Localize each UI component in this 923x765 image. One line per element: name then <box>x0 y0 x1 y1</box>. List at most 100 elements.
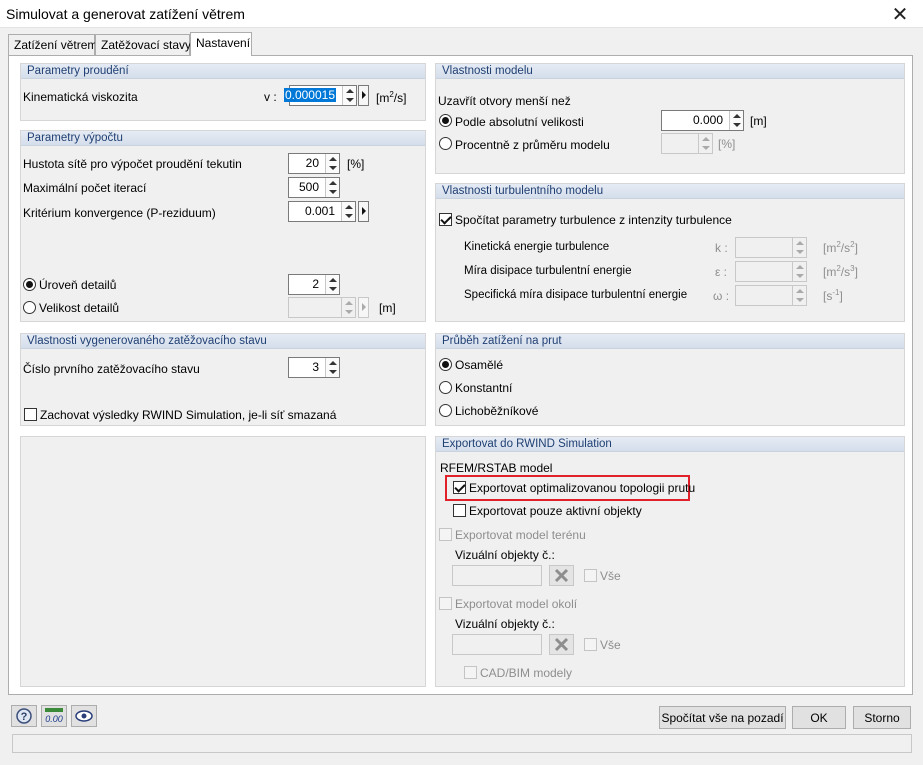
member-load-title: Průběh zatížení na prut <box>436 334 904 349</box>
spinner-arrows-icon[interactable] <box>341 202 355 221</box>
turbulence-panel: Vlastnosti turbulentního modelu Spočítat… <box>435 183 905 322</box>
keep-results-checkbox[interactable] <box>24 408 37 421</box>
viscosity-symbol: v : <box>264 90 277 104</box>
detail-size-label: Velikost detailů <box>39 301 120 315</box>
detail-level-input[interactable]: 2 <box>288 274 340 295</box>
trapezoidal-radio[interactable] <box>439 404 452 417</box>
absolute-size-label: Podle absolutní velikosti <box>455 115 584 129</box>
empty-panel <box>20 436 426 687</box>
calculate-background-button[interactable]: Spočítat vše na pozadí <box>659 706 786 729</box>
percent-label: Procentně z průměru modelu <box>455 138 610 152</box>
optimized-topology-checkbox[interactable] <box>453 481 466 494</box>
convergence-label: Kritérium konvergence (P-reziduum) <box>23 206 216 220</box>
percent-input <box>661 133 713 154</box>
spinner-arrows-icon <box>792 286 806 305</box>
tab-wind-load[interactable]: Zatížení větrem <box>8 34 97 56</box>
spinner-arrows-icon <box>698 134 712 153</box>
cad-bim-checkbox <box>464 666 477 679</box>
convergence-input[interactable]: 0.001 <box>288 201 356 222</box>
surroundings-label: Exportovat model okolí <box>455 597 578 611</box>
trapezoidal-label: Lichoběžníkové <box>455 404 539 418</box>
absolute-size-value: 0.000 <box>692 113 723 127</box>
flow-params-title: Parametry proudění <box>21 64 425 79</box>
ok-button[interactable]: OK <box>792 706 846 729</box>
visual-objects-input <box>452 565 542 586</box>
status-bar <box>12 734 912 753</box>
help-button[interactable]: ? <box>11 705 37 727</box>
viscosity-input[interactable]: 0.000015 <box>283 85 357 106</box>
mesh-density-unit: [%] <box>347 157 365 171</box>
select-objects-button <box>549 565 574 586</box>
percent-unit: [%] <box>718 137 736 151</box>
absolute-size-input[interactable]: 0.000 <box>661 110 744 131</box>
spinner-arrows-icon[interactable] <box>325 178 339 197</box>
viscosity-label: Kinematická viskozita <box>23 90 138 104</box>
view-icon <box>75 710 93 722</box>
spinner-arrows-icon[interactable] <box>325 154 339 173</box>
detail-size-radio[interactable] <box>23 301 36 314</box>
view-button[interactable] <box>71 705 97 727</box>
surroundings-checkbox <box>439 597 452 610</box>
load-case-panel: Vlastnosti vygenerovaného zatěžovacího s… <box>20 333 426 426</box>
member-load-panel: Průběh zatížení na prut Osamělé Konstant… <box>435 333 905 426</box>
cad-bim-label: CAD/BIM modely <box>480 666 573 680</box>
all-checkbox <box>584 569 597 582</box>
first-load-case-label: Číslo prvního zatěžovacího stavu <box>23 362 200 376</box>
visual-objects-label: Vizuální objekty č.: <box>455 548 555 562</box>
terrain-label: Exportovat model terénu <box>455 528 586 542</box>
first-load-case-input[interactable]: 3 <box>288 357 340 378</box>
spinner-arrows-icon[interactable] <box>325 275 339 294</box>
load-case-title: Vlastnosti vygenerovaného zatěžovacího s… <box>21 334 425 349</box>
svg-text:?: ? <box>21 711 28 723</box>
specific-dissipation-label: Specifická míra disipace turbulentní ene… <box>464 289 688 301</box>
max-iterations-label: Maximální počet iterací <box>23 181 147 195</box>
cancel-button[interactable]: Storno <box>853 706 911 729</box>
constant-radio[interactable] <box>439 381 452 394</box>
close-openings-label: Uzavřít otvory menší než <box>438 94 571 108</box>
detail-level-value: 2 <box>312 277 319 291</box>
spinner-arrows-icon <box>341 298 355 317</box>
visual-objects-label-2: Vizuální objekty č.: <box>455 617 555 631</box>
detail-size-unit: [m] <box>379 301 396 315</box>
first-load-case-value: 3 <box>312 360 319 374</box>
specific-dissipation-input <box>735 285 807 306</box>
concentrated-radio[interactable] <box>439 358 452 371</box>
rfem-model-label: RFEM/RSTAB model <box>440 461 553 475</box>
turbulence-checkbox[interactable] <box>439 213 452 226</box>
turbulence-title: Vlastnosti turbulentního modelu <box>436 184 904 199</box>
turbulence-label: Spočítat parametry turbulence z intenzit… <box>455 213 732 227</box>
window-title: Simulovat a generovat zatížení větrem <box>6 6 245 22</box>
detail-level-radio[interactable] <box>23 278 36 291</box>
tab-load-cases[interactable]: Zatěžovací stavy <box>95 34 191 56</box>
percent-radio[interactable] <box>439 137 452 150</box>
optimized-topology-label: Exportovat optimalizovanou topologii pru… <box>469 481 696 495</box>
spinner-arrows-icon[interactable] <box>342 86 356 105</box>
kinetic-energy-label: Kinetická energie turbulence <box>464 241 610 253</box>
specific-dissipation-unit: [s-1] <box>823 288 843 303</box>
mesh-density-input[interactable]: 20 <box>288 153 340 174</box>
all-label-2: Vše <box>600 638 621 652</box>
active-only-checkbox[interactable] <box>453 504 466 517</box>
calc-params-title: Parametry výpočtu <box>21 131 425 146</box>
select-cursor-icon <box>554 568 569 583</box>
detail-size-input[interactable] <box>288 297 356 318</box>
absolute-size-radio[interactable] <box>439 114 452 127</box>
spinner-arrows-icon[interactable] <box>325 358 339 377</box>
convergence-value: 0.001 <box>304 204 335 218</box>
spinner-arrows-icon <box>792 262 806 281</box>
max-iterations-input[interactable]: 500 <box>288 177 340 198</box>
units-icon: 0.00 <box>45 708 63 724</box>
convergence-menu-button[interactable] <box>358 201 369 222</box>
spinner-arrows-icon[interactable] <box>729 111 743 130</box>
dissipation-unit: [m2/s3] <box>823 264 858 279</box>
units-button[interactable]: 0.00 <box>41 705 67 727</box>
keep-results-label: Zachovat výsledky RWIND Simulation, je-l… <box>40 408 337 422</box>
specific-dissipation-symbol: ω : <box>713 289 730 303</box>
model-props-panel: Vlastnosti modelu Uzavřít otvory menší n… <box>435 63 905 174</box>
close-icon[interactable]: ✕ <box>889 2 911 27</box>
all-checkbox-2 <box>584 638 597 651</box>
dissipation-input <box>735 261 807 282</box>
tab-settings[interactable]: Nastavení <box>190 32 252 56</box>
flow-params-panel: Parametry proudění Kinematická viskozita… <box>20 63 426 121</box>
viscosity-menu-button[interactable] <box>358 85 369 106</box>
